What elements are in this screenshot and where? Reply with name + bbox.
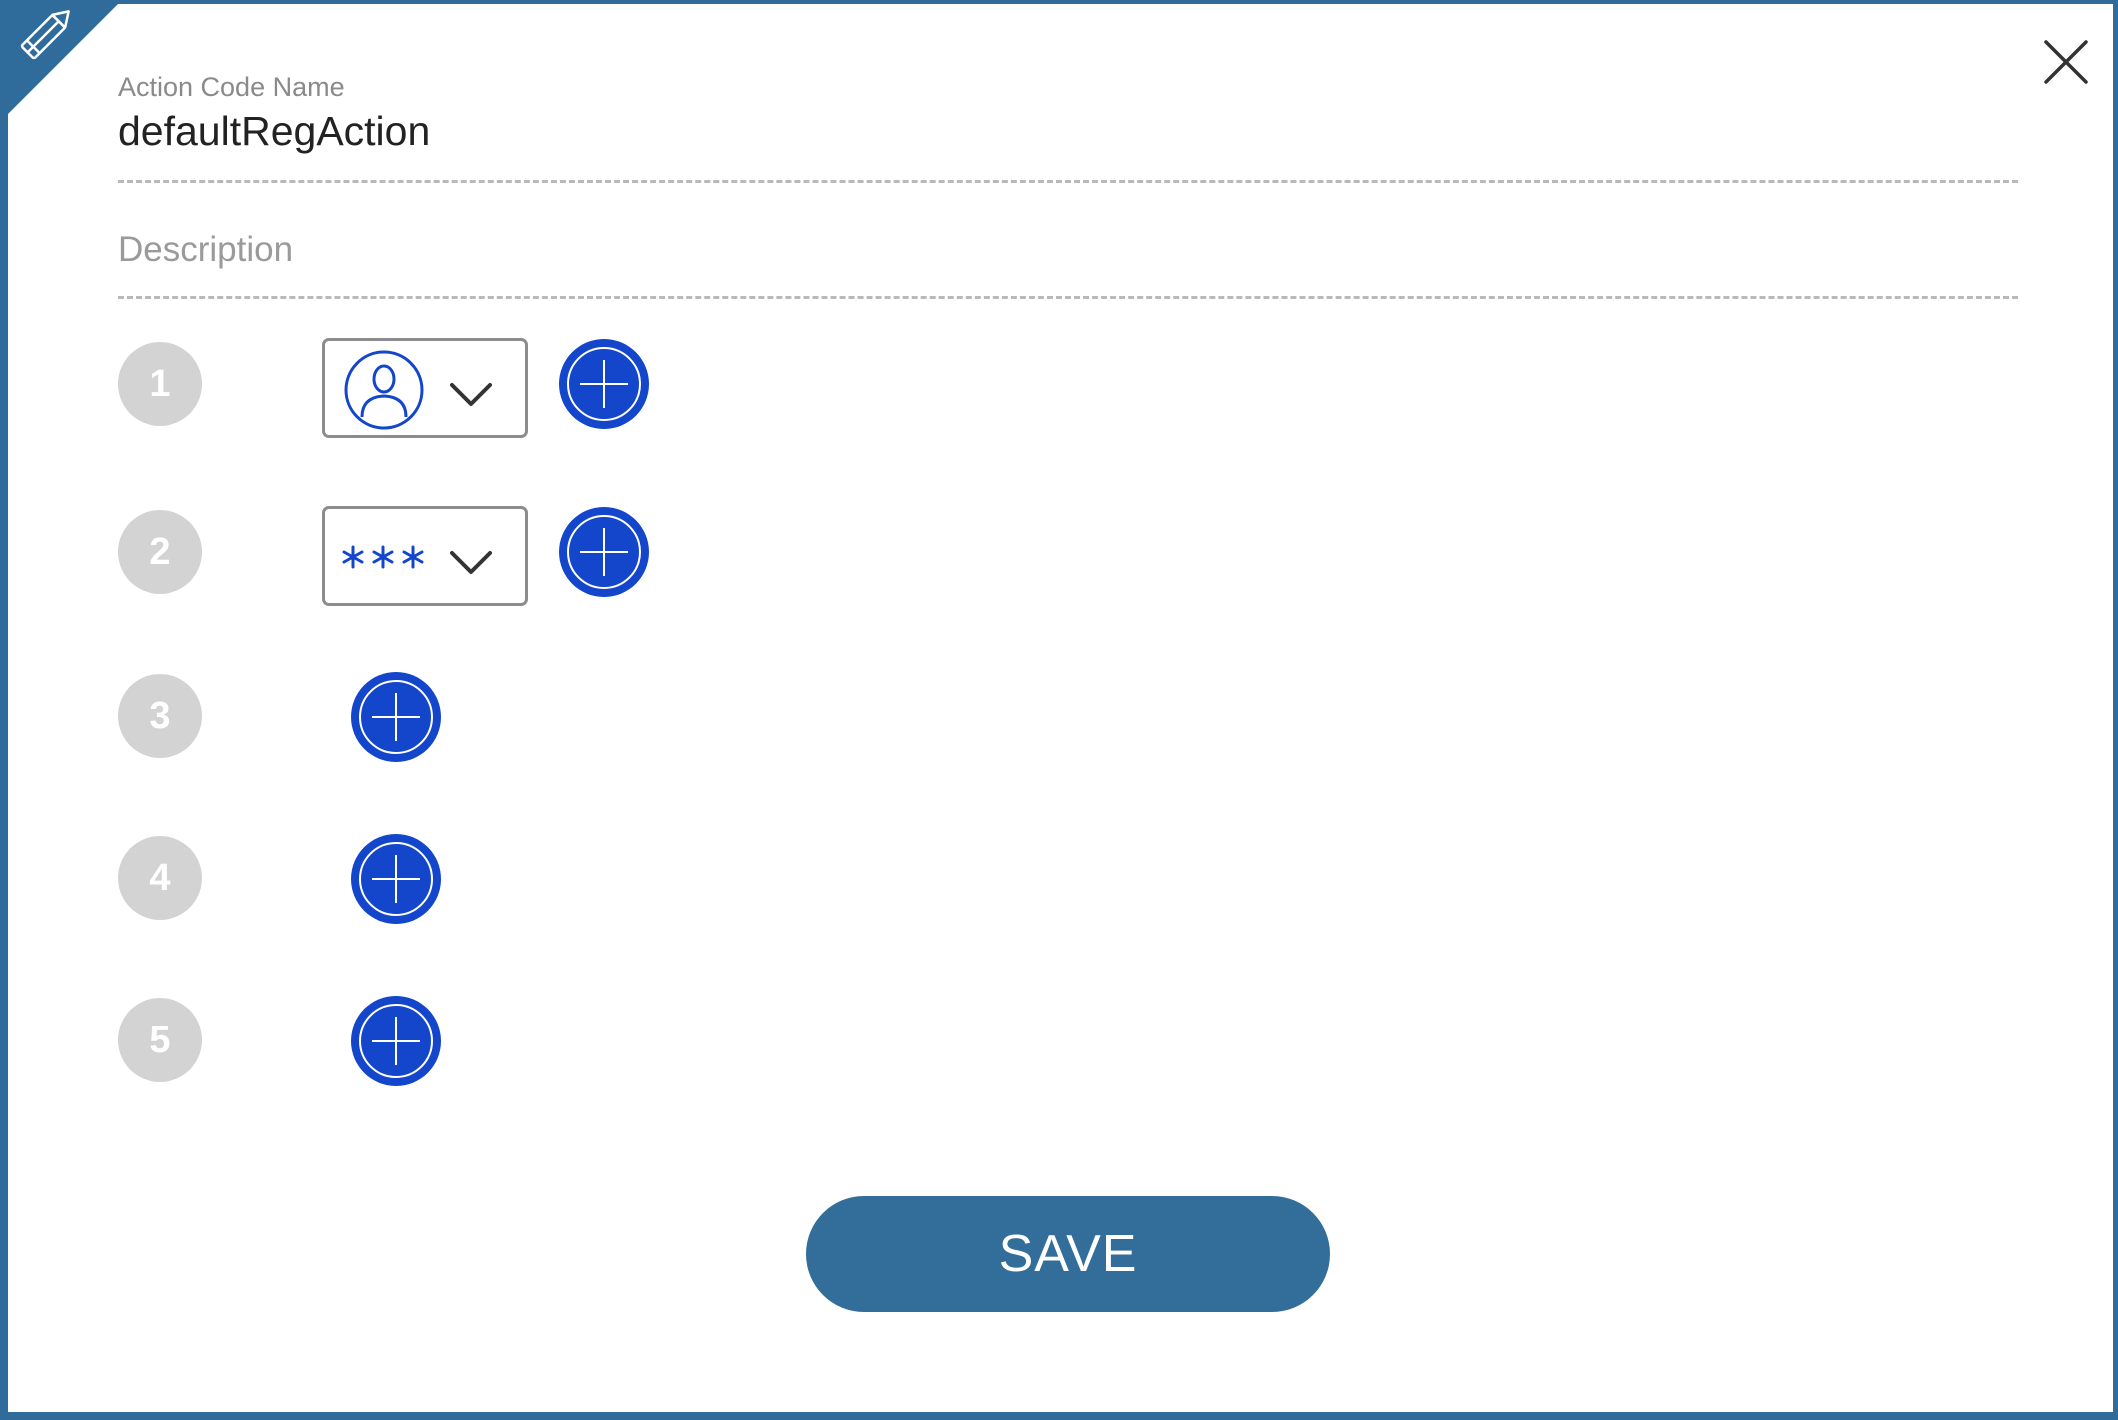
plus-circle-icon (351, 834, 441, 924)
save-button[interactable]: SAVE (806, 1196, 1330, 1312)
add-factor-button[interactable] (558, 338, 650, 430)
password-stars-icon (342, 545, 424, 569)
plus-circle-icon (559, 339, 649, 429)
action-code-underline (118, 180, 2018, 183)
edit-corner-tab (8, 4, 118, 114)
plus-circle-icon (559, 507, 649, 597)
add-factor-button[interactable] (350, 671, 442, 763)
factor-select-user[interactable] (322, 338, 528, 438)
step-number-badge: 1 (118, 342, 202, 426)
add-factor-button[interactable] (558, 506, 650, 598)
add-factor-button[interactable] (350, 995, 442, 1087)
pencil-icon (8, 4, 118, 114)
step-number-badge: 3 (118, 674, 202, 758)
step-number-badge: 2 (118, 510, 202, 594)
user-profile-icon (344, 350, 424, 430)
step-number-badge: 5 (118, 998, 202, 1082)
step-number-badge: 4 (118, 836, 202, 920)
close-icon (2044, 40, 2088, 84)
chevron-down-icon (450, 551, 492, 574)
description-underline (118, 296, 2018, 299)
action-code-value[interactable]: defaultRegAction (118, 108, 430, 155)
chevron-down-icon (450, 383, 492, 406)
plus-circle-icon (351, 672, 441, 762)
factor-select-password[interactable] (322, 506, 528, 606)
plus-circle-icon (351, 996, 441, 1086)
close-button[interactable] (2038, 34, 2094, 90)
description-input[interactable] (118, 224, 2018, 276)
add-factor-button[interactable] (350, 833, 442, 925)
action-code-dialog: Action Code Name defaultRegAction 1 (0, 0, 2118, 1420)
action-code-label: Action Code Name (118, 72, 345, 102)
